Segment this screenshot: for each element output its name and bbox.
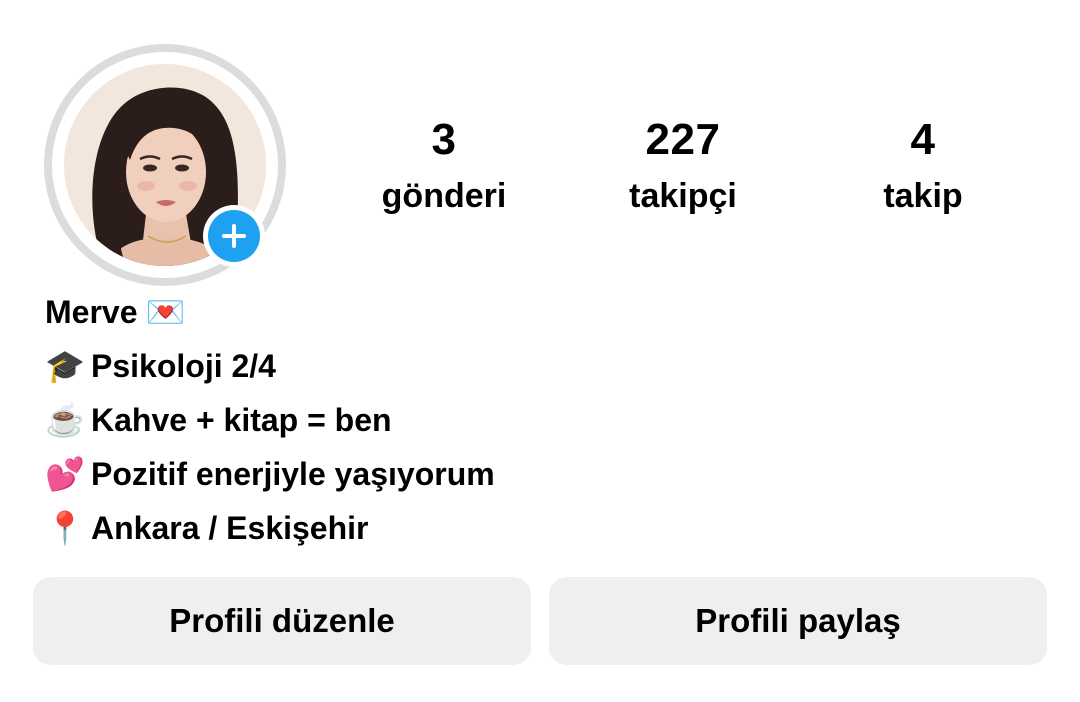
bio-line-text: Ankara / Eskişehir bbox=[91, 510, 369, 546]
bio-line-text: Psikoloji 2/4 bbox=[91, 348, 276, 384]
two-hearts-emoji: 💕 bbox=[45, 456, 85, 492]
posts-label: gönderi bbox=[381, 177, 507, 215]
bio-line-text: Pozitif enerjiyle yaşıyorum bbox=[91, 456, 495, 492]
bio-line: ☕ Kahve + kitap = ben bbox=[45, 393, 745, 447]
bio-line: 💕 Pozitif enerjiyle yaşıyorum bbox=[45, 447, 745, 501]
bio-line: 🎓 Psikoloji 2/4 bbox=[45, 339, 745, 393]
profile-bio: Merve 💌 🎓 Psikoloji 2/4 ☕ Kahve + kitap = b… bbox=[45, 285, 745, 555]
posts-count: 3 bbox=[431, 115, 457, 164]
profile-name-line: Merve 💌 bbox=[45, 285, 745, 339]
followers-stat[interactable]: 227 takipçi bbox=[583, 112, 783, 224]
add-story-button[interactable] bbox=[203, 205, 265, 267]
love-letter-emoji: 💌 bbox=[145, 294, 186, 330]
posts-stat[interactable]: 3 gönderi bbox=[344, 112, 544, 224]
bio-line: 📍 Ankara / Eskişehir bbox=[45, 501, 745, 555]
bio-line-text: Kahve + kitap = ben bbox=[91, 402, 392, 438]
following-label: takip bbox=[883, 177, 963, 215]
edit-profile-button[interactable]: Profili düzenle bbox=[33, 577, 531, 665]
graduation-cap-emoji: 🎓 bbox=[45, 348, 85, 384]
plus-icon bbox=[208, 210, 260, 262]
followers-count: 227 bbox=[645, 115, 721, 164]
followers-label: takipçi bbox=[629, 177, 737, 215]
following-count: 4 bbox=[910, 115, 936, 164]
location-pin-emoji: 📍 bbox=[45, 510, 85, 546]
coffee-emoji: ☕ bbox=[45, 402, 85, 438]
share-profile-button[interactable]: Profili paylaş bbox=[549, 577, 1047, 665]
profile-name: Merve bbox=[45, 294, 138, 330]
following-stat[interactable]: 4 takip bbox=[823, 112, 1023, 224]
